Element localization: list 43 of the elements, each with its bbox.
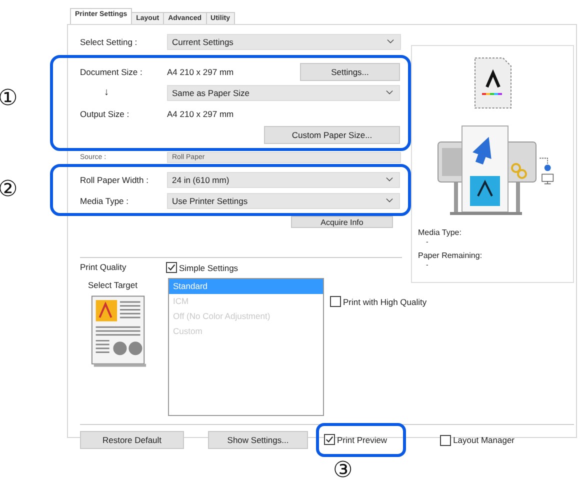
checkbox[interactable] <box>324 434 335 445</box>
field-value: A4 210 x 297 mm <box>167 108 234 118</box>
arrow-glyph: ↓ <box>103 87 110 98</box>
caret-icon <box>386 90 393 95</box>
settings-button[interactable]: Settings... <box>300 62 400 80</box>
field-value: A4 210 x 297 mm <box>167 66 234 76</box>
layout-manager-checkbox[interactable]: Layout Manager <box>440 434 515 446</box>
callout-number: ③ <box>333 458 353 482</box>
caret-icon <box>386 198 393 203</box>
caret-icon <box>387 39 394 44</box>
field-label: Output Size : <box>80 108 130 118</box>
acquire-info-button[interactable]: Acquire Info <box>291 216 393 228</box>
dropdown[interactable]: 24 in (610 mm) <box>167 172 400 188</box>
checkbox[interactable] <box>440 434 452 446</box>
caret-icon <box>386 177 393 182</box>
callout-number: ① <box>0 86 18 111</box>
status-label: Media Type: <box>418 228 462 237</box>
target-document-icon <box>90 294 148 368</box>
field-label: Select Setting : <box>80 36 138 46</box>
dropdown[interactable]: Use Printer Settings <box>167 192 400 208</box>
field-label: Media Type : <box>80 196 130 206</box>
network-computer-icon <box>538 156 554 186</box>
show-settings-button[interactable]: Show Settings... <box>208 431 308 449</box>
status-label: Paper Remaining: <box>418 251 482 260</box>
section-label: Select Target <box>88 280 138 290</box>
checkbox-label: Simple Settings <box>179 262 238 272</box>
simple-settings-checkbox[interactable]: Simple Settings <box>166 262 324 273</box>
checkbox[interactable] <box>166 262 177 273</box>
field-label: Document Size : <box>80 66 144 76</box>
dropdown[interactable]: Same as Paper Size <box>167 84 400 100</box>
print-preview-checkbox[interactable]: Print Preview <box>324 434 388 445</box>
checkbox-label: Print with High Quality <box>343 296 427 306</box>
field-label: Roll Paper Width : <box>80 174 150 184</box>
checkbox-label: Layout Manager <box>453 435 515 445</box>
dropdown[interactable]: Current Settings <box>167 34 401 50</box>
high-quality-checkbox[interactable]: Print with High Quality <box>330 296 427 307</box>
custom-paper-size-button[interactable]: Custom Paper Size... <box>264 126 400 144</box>
document-icon <box>472 56 512 110</box>
section-label: Print Quality <box>80 262 128 272</box>
callout-number: ② <box>0 177 18 202</box>
checkbox[interactable] <box>330 296 341 307</box>
restore-default-button[interactable]: Restore Default <box>80 431 184 449</box>
checkbox-label: Print Preview <box>337 434 388 444</box>
